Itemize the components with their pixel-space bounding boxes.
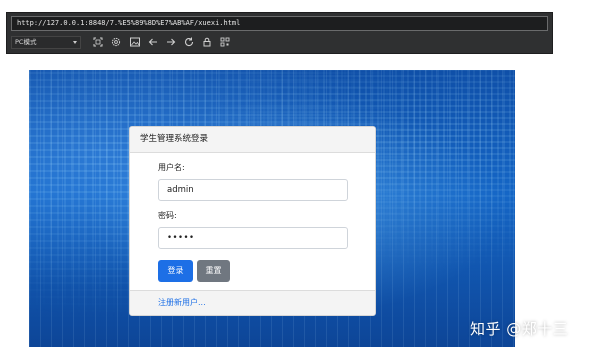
screenshot-icon[interactable] <box>92 36 104 48</box>
image-icon[interactable] <box>129 36 141 48</box>
reset-button[interactable]: 重置 <box>197 260 230 282</box>
username-label: 用户名: <box>158 163 185 172</box>
watermark: 知乎 @郑十三 <box>470 320 569 338</box>
login-page-background: 学生管理系统登录 用户名: admin 密码: ••••• 登录 重置 注册新用… <box>29 70 515 347</box>
username-input[interactable]: admin <box>158 179 348 201</box>
refresh-icon[interactable] <box>183 36 195 48</box>
back-arrow-icon[interactable] <box>147 36 159 48</box>
preview-toolbar: PC模式 <box>10 35 550 51</box>
login-card-footer: 注册新用户... <box>130 290 375 315</box>
forward-arrow-icon[interactable] <box>165 36 177 48</box>
register-link[interactable]: 注册新用户... <box>158 297 206 308</box>
login-button[interactable]: 登录 <box>158 260 193 282</box>
login-card-title: 学生管理系统登录 <box>130 127 375 153</box>
chevron-down-icon <box>73 41 77 44</box>
lock-icon[interactable] <box>201 36 213 48</box>
url-field[interactable]: http://127.0.0.1:8848/7.%E5%89%8D%E7%AB%… <box>11 16 548 31</box>
mode-select-label: PC模式 <box>15 38 37 46</box>
qr-code-icon[interactable] <box>219 36 231 48</box>
browser-toolbar: http://127.0.0.1:8848/7.%E5%89%8D%E7%AB%… <box>6 12 553 54</box>
password-input[interactable]: ••••• <box>158 227 348 249</box>
mode-select[interactable]: PC模式 <box>11 36 81 49</box>
settings-icon[interactable] <box>110 36 122 48</box>
password-label: 密码: <box>158 211 177 220</box>
login-card: 学生管理系统登录 用户名: admin 密码: ••••• 登录 重置 注册新用… <box>129 126 376 316</box>
